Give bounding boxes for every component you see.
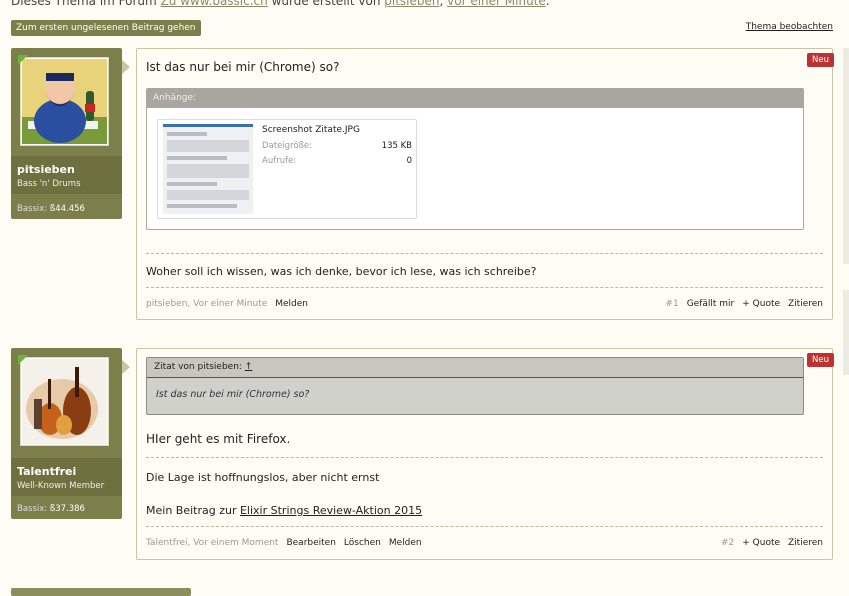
user-info: pitsieben Bass 'n' Drums Bassix: ß44.456 — [11, 48, 130, 219]
attachment-views: Aufrufe: 0 — [262, 156, 412, 166]
bassix-points: Bassix: ß44.456 — [17, 204, 85, 214]
multiquote-link[interactable]: + Quote — [742, 538, 780, 548]
attachments-header: Anhänge: — [147, 89, 803, 108]
multiquote-link[interactable]: + Quote — [742, 299, 780, 309]
post-meta[interactable]: pitsieben, Vor einer Minute — [146, 299, 267, 309]
username-panel: pitsieben Bass 'n' Drums — [11, 156, 122, 194]
arrow-icon — [122, 60, 130, 74]
arrow-icon — [122, 360, 130, 374]
post-2: Talentfrei Well-Known Member Bassix: ß37… — [11, 348, 834, 560]
divider — [146, 287, 823, 288]
new-badge: Neu — [807, 353, 834, 367]
signature-line-1: Die Lage ist hoffnungslos, aber nicht er… — [146, 471, 380, 484]
divider — [146, 526, 823, 527]
like-link[interactable]: Gefällt mir — [687, 299, 735, 309]
post-meta[interactable]: Talentfrei, Vor einem Moment — [146, 538, 278, 548]
signature: Woher soll ich wissen, was ich denke, be… — [146, 265, 537, 278]
message-text: HIer geht es mit Firefox. — [146, 432, 291, 446]
avatar-image — [22, 59, 107, 144]
online-indicator-icon — [18, 55, 28, 65]
username-panel: Talentfrei Well-Known Member — [11, 458, 122, 496]
message-box: Neu Zitat von pitsieben: ↑ Ist das nur b… — [136, 348, 834, 560]
message-text: Ist das nur bei mir (Chrome) so? — [146, 60, 340, 74]
right-edge-panel — [843, 290, 849, 375]
quote-text: Ist das nur bei mir (Chrome) so? — [156, 389, 310, 400]
user-info: Talentfrei Well-Known Member Bassix: ß37… — [11, 348, 130, 519]
username[interactable]: pitsieben — [17, 163, 75, 176]
bassix-points: Bassix: ß37.386 — [17, 504, 85, 514]
report-link[interactable]: Melden — [389, 538, 422, 548]
quote-block: Zitat von pitsieben: ↑ Ist das nur bei m… — [146, 357, 804, 415]
reply-quote-link[interactable]: Zitieren — [788, 299, 823, 309]
next-post-userblock — [11, 588, 191, 596]
divider — [146, 253, 823, 254]
user-title: Well-Known Member — [17, 481, 105, 491]
quote-source-link[interactable]: ↑ — [245, 362, 253, 372]
report-link[interactable]: Melden — [275, 299, 308, 309]
signature-link[interactable]: Elixir Strings Review-Aktion 2015 — [240, 504, 422, 517]
right-edge-panel — [843, 48, 849, 264]
new-badge: Neu — [807, 53, 834, 67]
first-unread-button[interactable]: Zum ersten ungelesenen Beitrag gehen — [11, 20, 201, 36]
post-number[interactable]: #1 — [665, 299, 678, 309]
divider — [146, 457, 823, 458]
thread-info: Dieses Thema im Forum Zu www.bassic.ch w… — [11, 0, 550, 8]
forum-link[interactable]: Zu www.bassic.ch — [161, 0, 268, 8]
avatar-image — [22, 359, 107, 444]
attachment-thumbnail[interactable] — [163, 124, 253, 214]
quote-header: Zitat von pitsieben: ↑ — [147, 358, 803, 378]
time-link[interactable]: vor einer Minute — [447, 0, 546, 8]
post-number[interactable]: #2 — [721, 538, 734, 548]
author-link[interactable]: pitsieben — [384, 0, 439, 8]
attachment-item[interactable]: Screenshot Zitate.JPG Dateigröße: 135 KB… — [157, 119, 417, 219]
attachments-box: Anhänge: Screenshot Zitate.JPG Dateigröß… — [146, 88, 804, 230]
signature-line-2: Mein Beitrag zur Elixir Strings Review-A… — [146, 504, 423, 517]
delete-link[interactable]: Löschen — [344, 538, 381, 548]
attachment-filename[interactable]: Screenshot Zitate.JPG — [262, 125, 360, 135]
message-box: Neu Ist das nur bei mir (Chrome) so? Anh… — [136, 48, 834, 320]
reply-quote-link[interactable]: Zitieren — [788, 538, 823, 548]
user-title: Bass 'n' Drums — [17, 179, 81, 189]
online-indicator-icon — [18, 355, 28, 365]
post-1: pitsieben Bass 'n' Drums Bassix: ß44.456… — [11, 48, 834, 320]
avatar[interactable] — [20, 357, 109, 446]
edit-link[interactable]: Bearbeiten — [286, 538, 335, 548]
attachment-size: Dateigröße: 135 KB — [262, 141, 412, 151]
username[interactable]: Talentfrei — [17, 465, 76, 478]
watch-thread-link[interactable]: Thema beobachten — [746, 22, 833, 32]
avatar[interactable] — [20, 57, 109, 146]
